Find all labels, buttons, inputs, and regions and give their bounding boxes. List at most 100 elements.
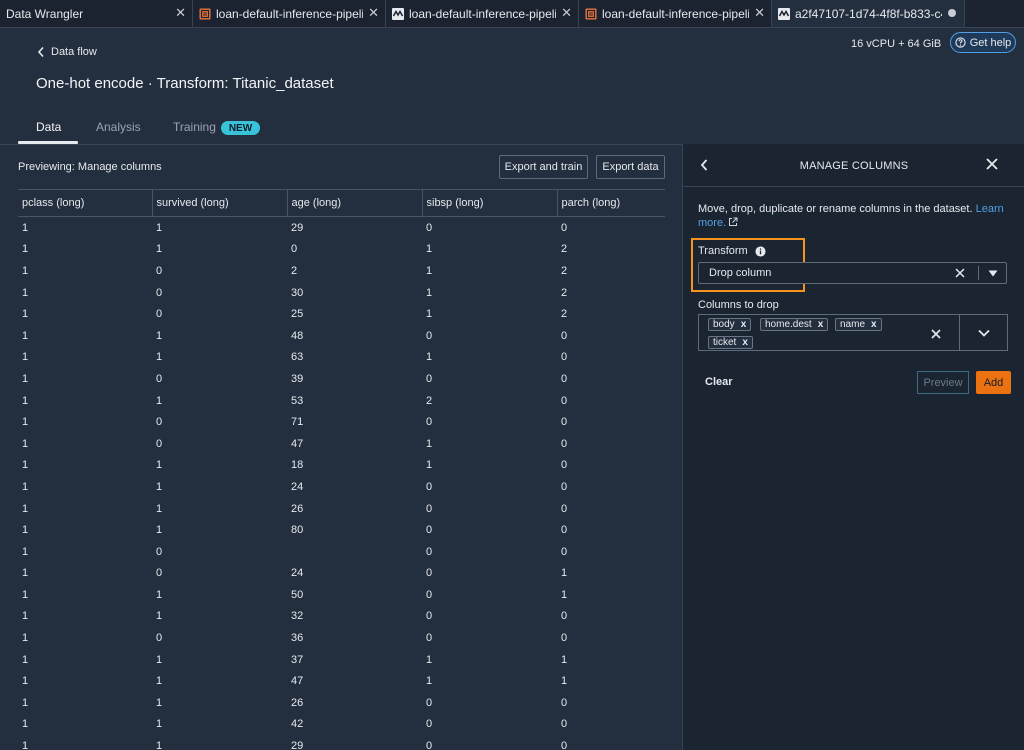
new-badge: NEW	[221, 121, 260, 135]
clear-button[interactable]: Clear	[705, 376, 733, 388]
panel-title: MANAGE COLUMNS	[799, 160, 909, 172]
table-row: 1 1 32 0 0	[18, 606, 665, 628]
table-cell: 0	[156, 264, 163, 277]
transform-select[interactable]: Drop column	[698, 262, 1007, 284]
chip-name: name x	[835, 318, 882, 331]
remove-chip-icon[interactable]: x	[742, 337, 748, 348]
table-cell: 1	[22, 524, 29, 537]
remove-chip-icon[interactable]: x	[741, 319, 747, 330]
instance-resources[interactable]: 16 vCPU + 64 GiB	[851, 38, 941, 50]
table-cell: 1	[156, 351, 163, 364]
table-cell: 1	[426, 351, 433, 364]
table-cell: 1	[156, 329, 163, 342]
tab-label: loan-default-inference-pipelin	[216, 6, 363, 21]
table-cell: 0	[561, 459, 568, 472]
tab-loan-pipeline-3[interactable]: loan-default-inference-pipelin ✕	[579, 0, 772, 27]
external-link-icon	[729, 217, 738, 226]
table-cell: 1	[156, 675, 163, 688]
chevron-left-icon	[37, 46, 44, 58]
table-cell: 0	[561, 394, 568, 407]
column-header-survived[interactable]: survived (long)	[151, 189, 287, 217]
table-cell: 0	[156, 567, 163, 580]
table-cell: 0	[426, 480, 433, 493]
close-icon[interactable]: ✕	[561, 6, 572, 19]
table-cell: 1	[561, 588, 568, 601]
table-cell: 53	[291, 394, 304, 407]
table-cell: 25	[291, 308, 304, 321]
add-button[interactable]: Add	[976, 371, 1011, 394]
column-header-age[interactable]: age (long)	[286, 189, 422, 217]
data-wrangler-icon	[778, 7, 790, 20]
unsaved-dot-icon[interactable]	[948, 9, 956, 17]
tab-label: loan-default-inference-pipelir	[409, 6, 556, 21]
column-header-parch[interactable]: parch (long)	[556, 189, 665, 217]
table-cell: 0	[156, 308, 163, 321]
table-cell: 0	[156, 286, 163, 299]
export-data-button[interactable]: Export data	[596, 155, 665, 179]
table-row: 1 1 29 0 0	[18, 735, 665, 750]
table-cell: 0	[426, 567, 433, 580]
remove-chip-icon[interactable]: x	[818, 319, 824, 330]
table-cell: 1	[22, 718, 29, 731]
question-icon	[955, 37, 966, 48]
column-header-sibsp[interactable]: sibsp (long)	[421, 189, 557, 217]
table-cell: 0	[426, 502, 433, 515]
remove-chip-icon[interactable]: x	[871, 319, 877, 330]
get-help-label: Get help	[969, 36, 1012, 49]
table-cell: 0	[156, 545, 163, 558]
table-cell: 1	[156, 740, 163, 750]
active-tab-indicator	[18, 141, 78, 144]
table-cell: 1	[22, 696, 29, 709]
table-cell: 0	[561, 718, 568, 731]
clear-all-icon[interactable]	[930, 328, 942, 340]
chip-label: ticket	[713, 337, 737, 348]
column-header-pclass[interactable]: pclass (long)	[18, 189, 152, 217]
table-cell: 0	[561, 632, 568, 645]
table-cell: 0	[426, 740, 433, 750]
table-cell: 30	[291, 286, 304, 299]
table-cell: 0	[426, 372, 433, 385]
table-row: 1 1 29 0 0	[18, 217, 665, 239]
table-cell: 0	[426, 718, 433, 731]
preview-button[interactable]: Preview	[917, 371, 969, 394]
table-cell: 0	[426, 696, 433, 709]
info-icon[interactable]	[755, 246, 766, 257]
table-cell: 0	[561, 480, 568, 493]
tab-data-wrangler[interactable]: Data Wrangler ✕	[0, 0, 193, 27]
table-cell: 39	[291, 372, 304, 385]
table-row: 1 0 30 1 2	[18, 282, 665, 304]
tab-training[interactable]: Training	[173, 120, 216, 134]
columns-to-drop-label: Columns to drop	[698, 299, 779, 311]
tab-label: loan-default-inference-pipelin	[602, 6, 749, 21]
tab-loan-pipeline-1[interactable]: loan-default-inference-pipelin ✕	[193, 0, 386, 27]
close-icon[interactable]	[985, 157, 999, 171]
table-cell: 0	[561, 351, 568, 364]
table-row: 1 1 53 2 0	[18, 390, 665, 412]
export-and-train-button[interactable]: Export and train	[499, 155, 588, 179]
panel-description: Move, drop, duplicate or rename columns …	[698, 202, 1013, 230]
table-cell: 0	[156, 416, 163, 429]
get-help-button[interactable]: Get help	[950, 32, 1016, 53]
table-cell: 1	[426, 459, 433, 472]
columns-dropdown-toggle[interactable]	[959, 314, 1008, 351]
table-cell: 1	[22, 416, 29, 429]
preview-label: Previewing: Manage columns	[18, 161, 162, 173]
table-cell: 1	[22, 740, 29, 750]
close-icon[interactable]: ✕	[175, 6, 186, 19]
caret-down-icon[interactable]	[988, 270, 998, 277]
tab-loan-pipeline-2[interactable]: loan-default-inference-pipelir ✕	[386, 0, 579, 27]
table-cell: 1	[156, 480, 163, 493]
table-cell	[287, 541, 422, 563]
table-cell: 26	[291, 502, 304, 515]
clear-icon[interactable]	[954, 267, 966, 279]
back-to-data-flow-link[interactable]: Data flow	[36, 46, 97, 58]
description-text: Move, drop, duplicate or rename columns …	[698, 203, 973, 215]
tab-active-flow[interactable]: a2f47107-1d74-4f8f-b833-c4	[772, 0, 965, 27]
close-icon[interactable]: ✕	[754, 6, 765, 19]
table-cell: 0	[426, 416, 433, 429]
close-icon[interactable]: ✕	[368, 6, 379, 19]
tab-analysis[interactable]: Analysis	[96, 120, 141, 134]
tab-data[interactable]: Data	[36, 120, 61, 134]
table-cell: 32	[291, 610, 304, 623]
chip-body: body x	[708, 318, 752, 331]
